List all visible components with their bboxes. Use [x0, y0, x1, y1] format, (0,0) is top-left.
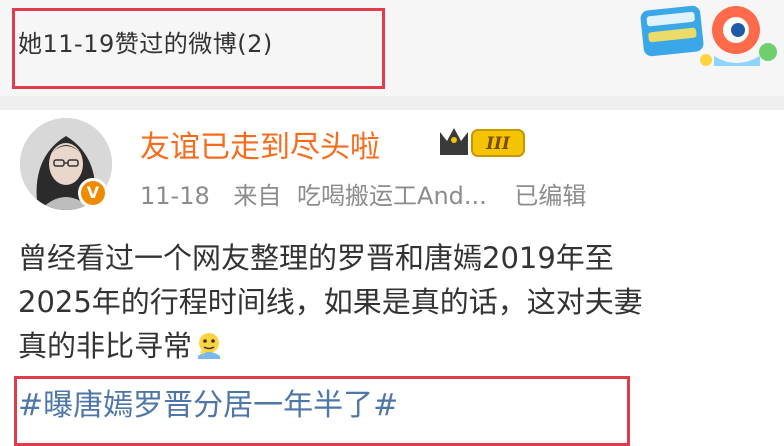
post-text-line: 曾经看过一个网友整理的罗晋和唐嫣2019年至 [18, 241, 614, 275]
post-meta: 11-18 来自 吃喝搬运工And... 已编辑 [140, 176, 586, 211]
highlight-box-bottom [14, 376, 630, 446]
post-date: 11-18 [140, 182, 210, 210]
edited-label[interactable]: 已编辑 [514, 176, 586, 211]
post-from-label: 来自 [233, 182, 282, 210]
post-text-line: 2025年的行程时间线，如果是真的话，这对夫妻 [18, 285, 643, 319]
post-source[interactable]: 吃喝搬运工And... [297, 176, 487, 211]
thinking-emoji-icon [198, 333, 221, 359]
crown-level-icon[interactable]: III [436, 124, 528, 160]
section-divider [0, 96, 784, 110]
post-text-line-3: 真的非比寻常 [18, 329, 193, 363]
level-badge-text: III [485, 134, 511, 154]
vip-v-icon: V [78, 178, 108, 208]
post-body: 曾经看过一个网友整理的罗晋和唐嫣2019年至 2025年的行程时间线，如果是真的… [18, 236, 778, 368]
post-text-line: 真的非比寻常 [18, 324, 778, 368]
highlight-box-top [12, 8, 385, 89]
weibo-mascot-icon [640, 5, 777, 66]
post-username[interactable]: 友谊已走到尽头啦 [140, 122, 380, 166]
